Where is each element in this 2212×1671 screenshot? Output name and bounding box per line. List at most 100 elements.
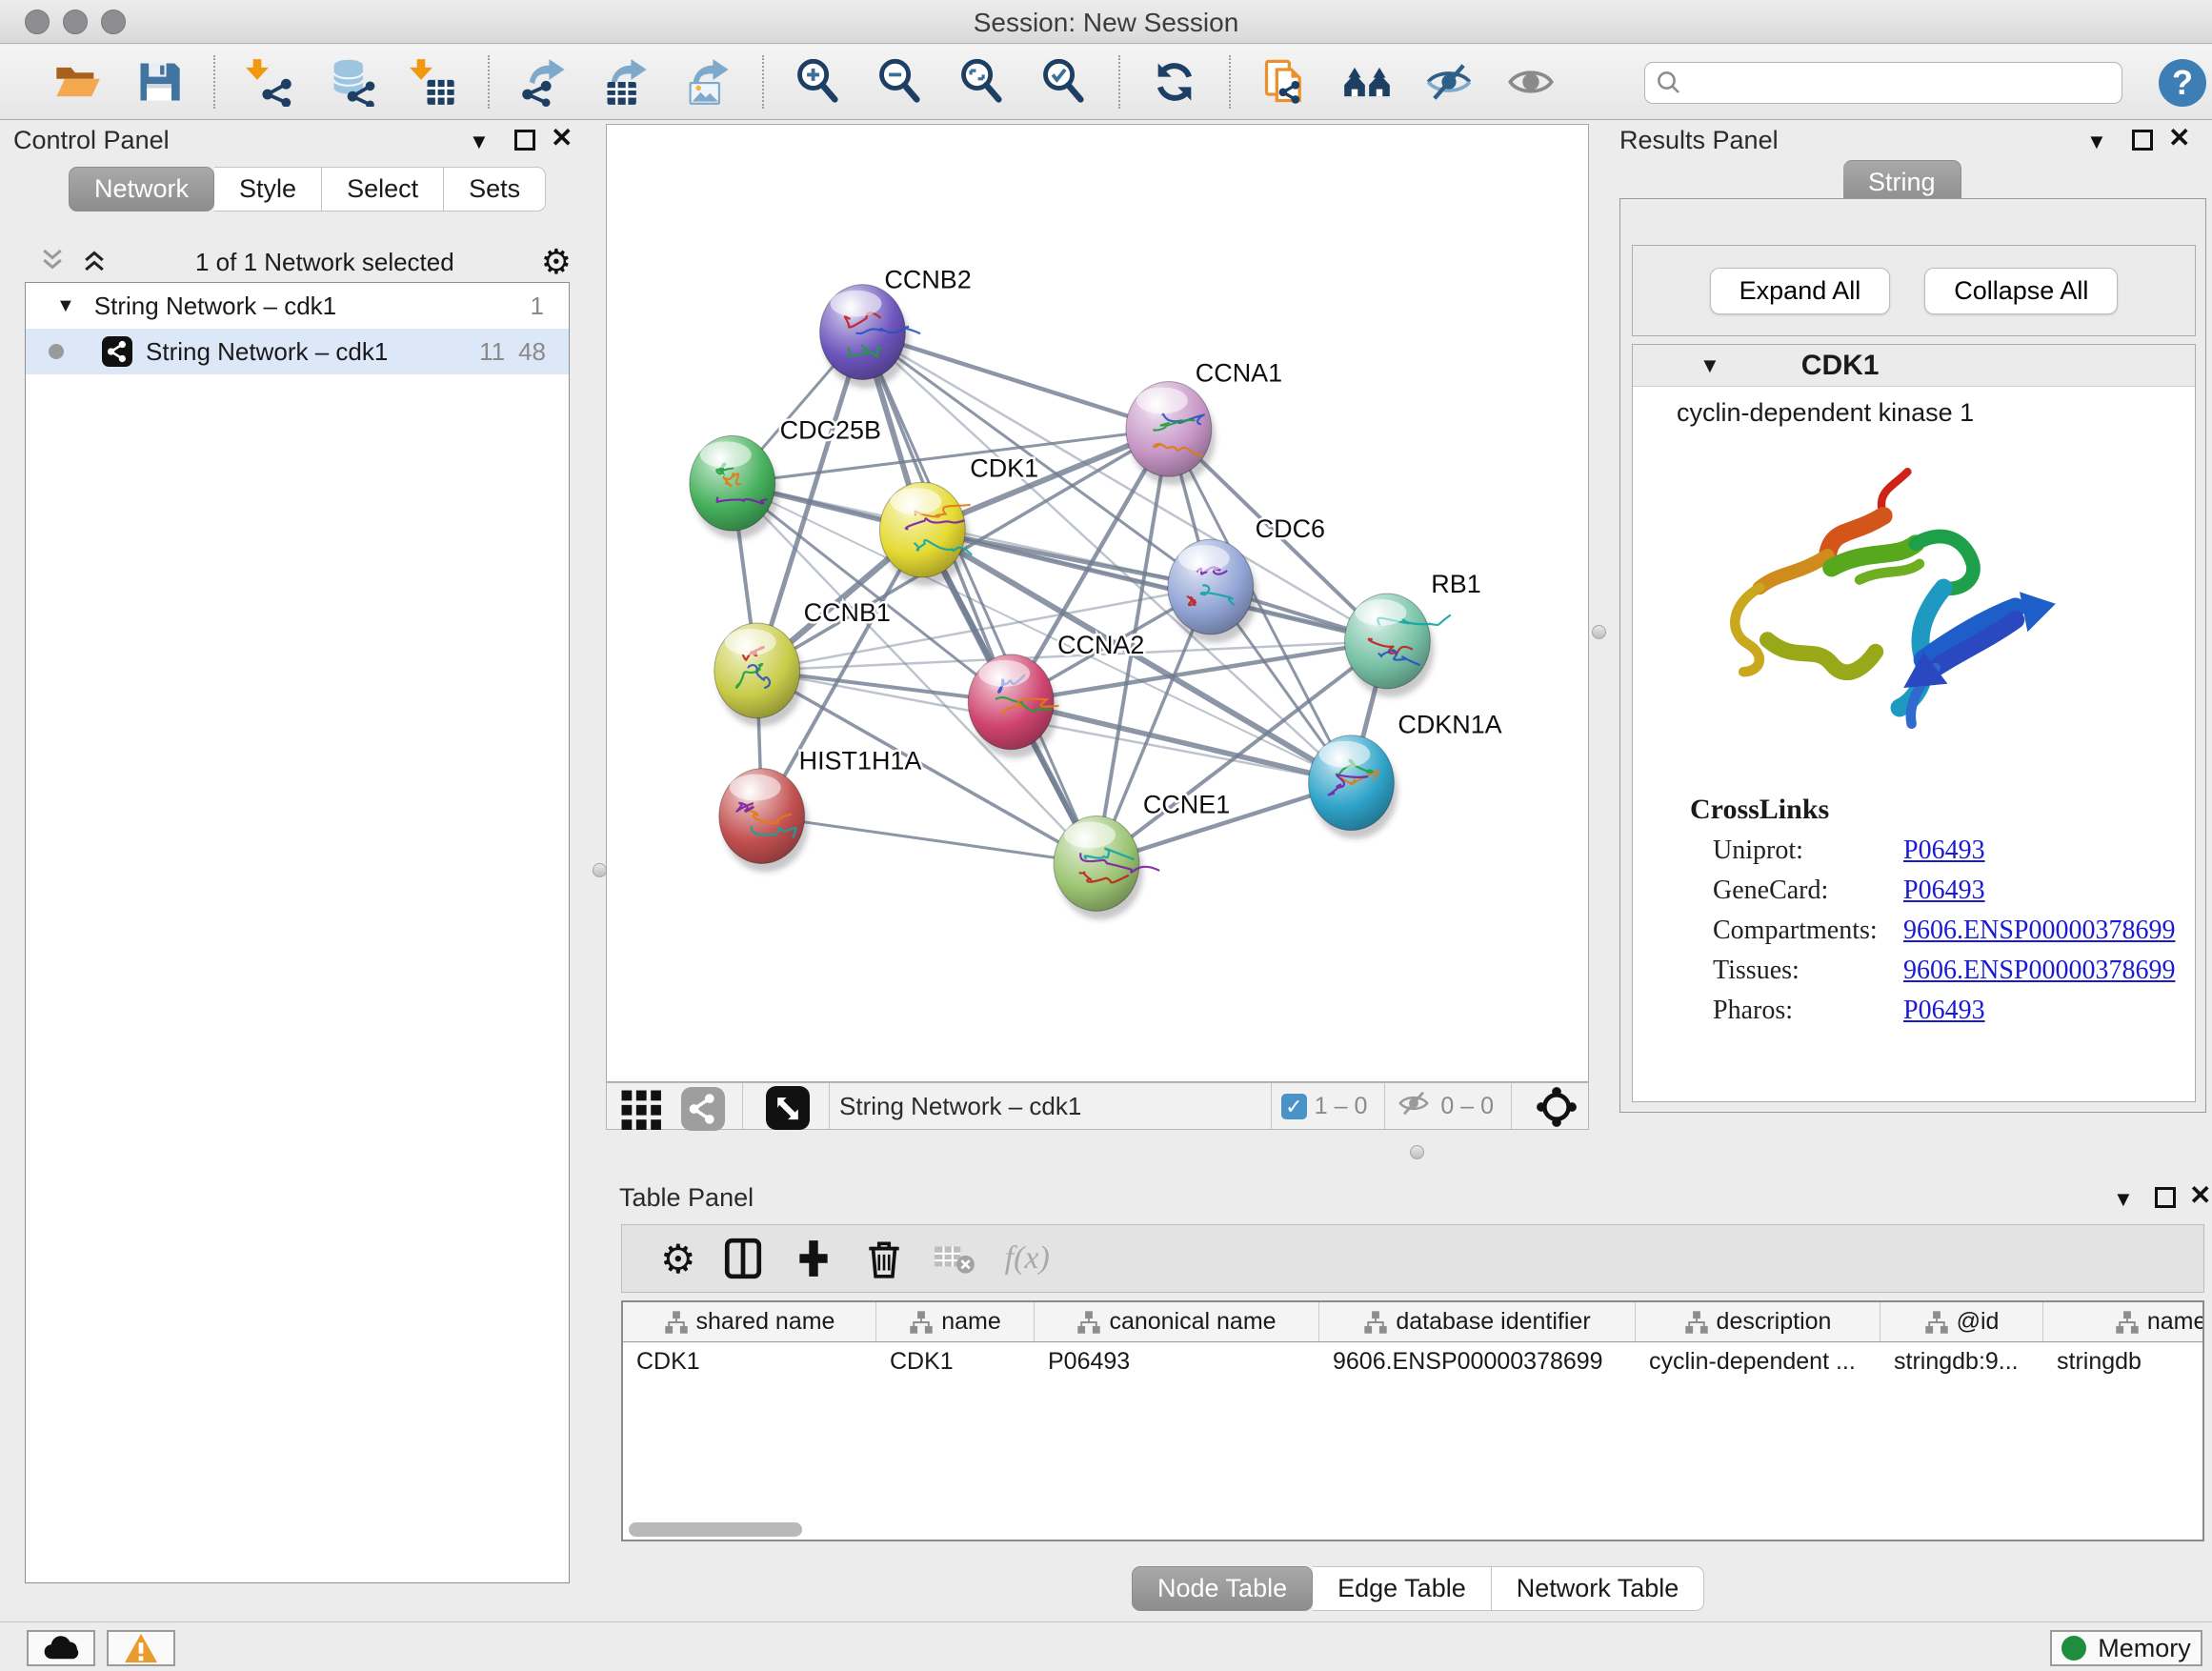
column-label: namespac — [2147, 1308, 2204, 1336]
crosslink-link[interactable]: 9606.ENSP00000378699 — [1903, 916, 2175, 946]
table-gear-icon[interactable]: ⚙ — [660, 1236, 696, 1282]
control-panel-header: Control Panel — [13, 126, 170, 155]
column-header-shared-name[interactable]: shared name — [623, 1302, 876, 1341]
network-tree-row[interactable]: String Network – cdk11148 — [26, 329, 569, 374]
export-network-button[interactable] — [519, 57, 569, 107]
selected-nodes-checkbox[interactable]: ✓ — [1281, 1094, 1307, 1119]
collection-count: 1 — [531, 292, 544, 321]
left-splitter-handle[interactable] — [593, 863, 607, 877]
table-panel-close-button[interactable]: ✕ — [2189, 1185, 2211, 1206]
birdseye-view-icon[interactable] — [766, 1086, 806, 1126]
collapse-all-icon[interactable] — [38, 246, 67, 279]
tab-network-table[interactable]: Network Table — [1492, 1566, 1705, 1611]
crosslink-link[interactable]: P06493 — [1903, 876, 1985, 906]
import-table-button[interactable] — [409, 57, 458, 107]
crosslink-link[interactable]: 9606.ENSP00000378699 — [1903, 956, 2175, 986]
add-column-icon[interactable] — [792, 1237, 835, 1280]
network-share-icon[interactable] — [681, 1087, 719, 1125]
control-panel-close-button[interactable]: ✕ — [551, 128, 573, 149]
delete-column-icon[interactable] — [862, 1237, 906, 1280]
home-button[interactable] — [1342, 57, 1392, 107]
crosslink-link[interactable]: P06493 — [1903, 996, 1985, 1026]
column-type-icon — [2115, 1310, 2140, 1335]
refresh-button[interactable] — [1150, 57, 1199, 107]
tab-style[interactable]: Style — [214, 167, 322, 211]
crosslink-link[interactable]: P06493 — [1903, 836, 1985, 866]
table-horizontal-scrollbar[interactable] — [629, 1522, 802, 1537]
tab-select[interactable]: Select — [322, 167, 444, 211]
column-type-icon — [1684, 1310, 1709, 1335]
expand-all-button[interactable]: Expand All — [1710, 268, 1891, 314]
toolbar-separator — [1118, 55, 1120, 109]
save-session-button[interactable] — [134, 57, 184, 107]
expand-all-icon[interactable] — [80, 246, 109, 279]
network-tree-row[interactable]: ▼String Network – cdk11 — [26, 283, 569, 329]
cloud-icon — [41, 1634, 81, 1662]
gene-section: ▼ CDK1 cyclin-dependent kinase 1 CrossLi… — [1632, 344, 2196, 1102]
tree-expand-icon[interactable]: ▼ — [56, 295, 75, 317]
import-database-button[interactable] — [327, 57, 376, 107]
results-panel-collapse-icon[interactable]: ▼ — [2086, 130, 2107, 154]
crosslink-label: Uniprot: — [1713, 836, 1903, 866]
gene-section-header[interactable]: ▼ CDK1 — [1633, 345, 2195, 387]
svg-text:CDC25B: CDC25B — [780, 415, 881, 444]
collapse-all-button[interactable]: Collapse All — [1924, 268, 2118, 314]
zoom-fit-button[interactable] — [957, 57, 1007, 107]
warning-button[interactable] — [107, 1630, 175, 1666]
svg-text:CDC6: CDC6 — [1256, 514, 1325, 543]
table-panel-collapse-icon[interactable]: ▼ — [2113, 1187, 2134, 1212]
tab-node-table[interactable]: Node Table — [1132, 1566, 1313, 1611]
results-panel-close-button[interactable]: ✕ — [2168, 128, 2190, 149]
section-collapse-icon[interactable]: ▼ — [1699, 353, 1720, 378]
zoom-selected-button[interactable] — [1039, 57, 1089, 107]
hidden-eye-icon[interactable] — [1395, 1087, 1433, 1126]
import-network-button[interactable] — [245, 57, 294, 107]
table-panel-float-button[interactable] — [2155, 1187, 2176, 1208]
function-builder-icon[interactable]: f(x) — [1005, 1240, 1050, 1277]
zoom-out-button[interactable] — [875, 57, 925, 107]
copy-share-button[interactable] — [1260, 57, 1310, 107]
control-panel-float-button[interactable] — [514, 130, 535, 151]
column-header-description[interactable]: description — [1636, 1302, 1880, 1341]
table-cell: P06493 — [1035, 1342, 1319, 1384]
column-header--id[interactable]: @id — [1880, 1302, 2043, 1341]
crosslink-label: Pharos: — [1713, 996, 1903, 1026]
help-button[interactable]: ? — [2159, 59, 2206, 107]
svg-text:CCNB1: CCNB1 — [804, 598, 891, 627]
table-row[interactable]: CDK1CDK1P064939606.ENSP00000378699cyclin… — [623, 1342, 2202, 1384]
export-table-button[interactable] — [601, 57, 651, 107]
right-splitter-handle[interactable] — [1592, 625, 1606, 639]
control-panel-collapse-icon[interactable]: ▼ — [469, 130, 490, 154]
export-image-button[interactable] — [683, 57, 733, 107]
tab-network[interactable]: Network — [69, 167, 214, 211]
search-box[interactable] — [1644, 62, 2122, 104]
bottom-splitter-handle[interactable] — [1410, 1145, 1424, 1159]
titlebar: Session: New Session — [0, 0, 2212, 44]
column-header-canonical-name[interactable]: canonical name — [1035, 1302, 1319, 1341]
table-cell: CDK1 — [876, 1342, 1035, 1384]
network-label: String Network – cdk1 — [146, 337, 388, 367]
network-tree: ▼String Network – cdk11String Network – … — [25, 282, 570, 1583]
column-header-name[interactable]: name — [876, 1302, 1035, 1341]
column-header-database-identifier[interactable]: database identifier — [1319, 1302, 1636, 1341]
show-columns-icon[interactable] — [721, 1237, 765, 1280]
show-hidden-button[interactable] — [1506, 57, 1556, 107]
tab-sets[interactable]: Sets — [444, 167, 546, 211]
tab-edge-table[interactable]: Edge Table — [1313, 1566, 1492, 1611]
results-panel-float-button[interactable] — [2132, 130, 2153, 151]
column-header-namespac[interactable]: namespac — [2043, 1302, 2204, 1341]
open-session-button[interactable] — [52, 57, 102, 107]
zoom-in-button[interactable] — [794, 57, 843, 107]
cloud-button[interactable] — [27, 1630, 95, 1666]
gear-icon[interactable]: ⚙ — [541, 242, 572, 282]
delete-table-icon[interactable] — [933, 1237, 976, 1280]
network-selected-status: 1 of 1 Network selected — [109, 248, 541, 277]
results-button-row: Expand All Collapse All — [1632, 245, 2196, 336]
grid-view-icon[interactable] — [620, 1089, 654, 1123]
search-input[interactable] — [1683, 69, 2122, 97]
svg-text:CDKN1A: CDKN1A — [1398, 711, 1501, 739]
hide-selected-button[interactable] — [1424, 57, 1474, 107]
network-canvas[interactable]: CCNB2CCNA1CDC25BCDK1CDC6RB1CCNB1CCNA2CDK… — [606, 124, 1589, 1082]
crosshair-icon[interactable] — [1535, 1085, 1577, 1127]
memory-button[interactable]: Memory — [2050, 1630, 2202, 1666]
